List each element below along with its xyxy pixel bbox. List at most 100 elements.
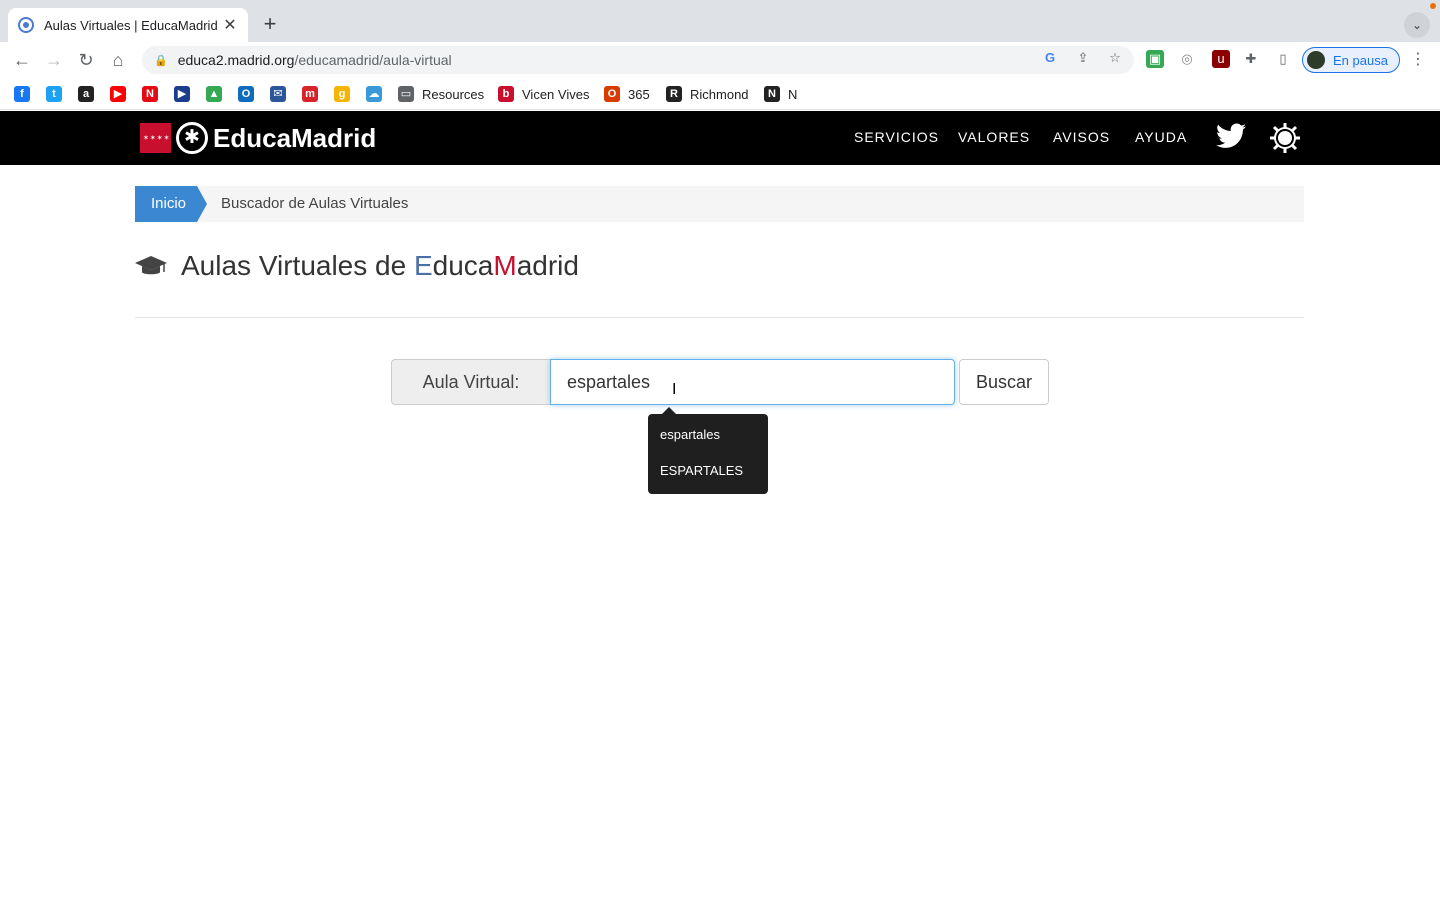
bookmark-youtube[interactable]: ▶ [110, 85, 134, 103]
title-letter-e: E [413, 250, 433, 281]
reload-icon[interactable]: ↻ [74, 48, 98, 72]
bookmark-drive[interactable]: ▲ [206, 85, 230, 103]
netflix-icon: N [142, 86, 158, 102]
update-indicator [1430, 3, 1436, 9]
office-icon: O [604, 86, 620, 102]
bookmark-facebook[interactable]: f [14, 85, 38, 103]
lock-icon: 🔒 [154, 54, 168, 67]
side-panel-icon[interactable]: ▯ [1274, 50, 1292, 68]
educamadrid-favicon-icon [18, 17, 34, 33]
bookmark-m[interactable]: m [302, 85, 326, 103]
folder-icon: ▭ [398, 86, 414, 102]
extension-green-icon[interactable]: ▣ [1146, 50, 1164, 68]
browser-tab[interactable]: Aulas Virtuales | EducaMadrid ✕ [8, 8, 248, 42]
bookmark-notion[interactable]: NN [764, 85, 797, 103]
home-icon[interactable]: ⌂ [106, 48, 130, 72]
site-header: ✶✶✶✶ EducaMadrid SERVICIOS VALORES AVISO… [0, 111, 1440, 165]
site-logo-text[interactable]: EducaMadrid [213, 123, 376, 154]
browser-menu-icon[interactable]: ⋮ [1410, 50, 1426, 70]
play-icon: ▶ [174, 86, 190, 102]
educamadrid-logo-icon[interactable] [176, 122, 208, 154]
bookmark-label: Richmond [690, 86, 749, 102]
text-cursor-icon: I [672, 381, 677, 398]
extension-glasses-icon[interactable]: ◎ [1178, 50, 1196, 68]
nav-avisos[interactable]: AVISOS [1053, 129, 1110, 145]
divider [135, 317, 1304, 318]
autocomplete-dropdown: espartales ESPARTALES [648, 407, 768, 494]
bookmark-twitter[interactable]: t [46, 85, 70, 103]
bookmark-play[interactable]: ▶ [174, 85, 198, 103]
url-path: /educamadrid/aula-virtual [294, 52, 452, 68]
bookmark-star-icon[interactable]: ☆ [1107, 50, 1123, 66]
url-host: educa2.madrid.org [177, 52, 295, 68]
avatar [1307, 51, 1325, 69]
bookmarks-bar: f t a ▶ N ▶ ▲ O ✉ m g ☁ ▭ Resources b Vicen Vives O 365 R R… [0, 78, 1440, 110]
nav-valores[interactable]: VALORES [958, 129, 1030, 145]
google-translate-icon[interactable]: G [1042, 50, 1058, 66]
outlook-icon: O [238, 86, 254, 102]
bookmark-richmond[interactable]: R Richmond [666, 85, 749, 103]
aula-virtual-label: Aula Virtual: [391, 359, 551, 405]
suggestion-item[interactable]: espartales [648, 420, 768, 456]
richmond-icon: R [666, 86, 682, 102]
mail-icon: ✉ [270, 86, 286, 102]
cloud-icon: ☁ [366, 86, 382, 102]
bookmark-vicens-vives[interactable]: b Vicen Vives [498, 85, 589, 103]
ublock-extension-icon[interactable]: u [1212, 50, 1230, 68]
suggestion-item[interactable]: ESPARTALES [648, 456, 768, 492]
title-duca: duca [432, 250, 494, 281]
bookmark-label: Resources [422, 86, 485, 102]
buscar-button[interactable]: Buscar [959, 359, 1049, 405]
extensions-puzzle-icon[interactable]: ✚ [1242, 50, 1260, 68]
url-text[interactable]: educa2.madrid.org/educamadrid/aula-virtu… [178, 52, 452, 68]
bookmark-label: N [788, 86, 798, 102]
breadcrumb-current: Buscador de Aulas Virtuales [221, 195, 409, 212]
bookmark-amazon[interactable]: a [78, 85, 102, 103]
browser-toolbar: ← → ↻ ⌂ 🔒 educa2.madrid.org/educamadrid/… [0, 42, 1440, 78]
breadcrumb: Inicio Buscador de Aulas Virtuales [135, 186, 1304, 222]
address-bar[interactable]: 🔒 educa2.madrid.org/educamadrid/aula-vir… [142, 46, 1134, 74]
bookmark-office[interactable]: O 365 [604, 85, 650, 103]
nav-servicios[interactable]: SERVICIOS [854, 129, 939, 145]
m-icon: m [302, 86, 318, 102]
notion-icon: N [764, 86, 780, 102]
vicens-vives-icon: b [498, 86, 514, 102]
title-adrid: adrid [516, 250, 579, 281]
profile-button[interactable]: En pausa [1302, 47, 1400, 73]
forward-arrow-icon[interactable]: → [42, 48, 66, 72]
browser-tab-strip: Aulas Virtuales | EducaMadrid ✕ + ⌄ [0, 0, 1440, 42]
youtube-icon: ▶ [110, 86, 126, 102]
back-arrow-icon[interactable]: ← [10, 48, 34, 72]
bookmark-cloud[interactable]: ☁ [366, 85, 390, 103]
bookmark-folder[interactable]: ▭ Resources [398, 85, 484, 103]
bookmark-label: 365 [628, 86, 650, 102]
bookmark-mail[interactable]: ✉ [270, 85, 294, 103]
g-icon: g [334, 86, 350, 102]
profile-status-label: En pausa [1333, 52, 1388, 68]
new-tab-button[interactable]: + [256, 12, 284, 38]
bookmark-g[interactable]: g [334, 85, 358, 103]
twitter-icon[interactable] [1216, 123, 1246, 151]
bookmark-netflix[interactable]: N [142, 85, 166, 103]
aula-virtual-search-input[interactable] [550, 359, 955, 405]
tab-search-button[interactable]: ⌄ [1404, 12, 1430, 38]
graduation-cap-icon [135, 256, 167, 275]
amazon-icon: a [78, 86, 94, 102]
page-header: Aulas Virtuales de EducaMadrid [135, 250, 579, 282]
share-icon[interactable]: ⇪ [1075, 50, 1091, 66]
tab-title: Aulas Virtuales | EducaMadrid [44, 17, 218, 33]
drive-icon: ▲ [206, 86, 222, 102]
nav-ayuda[interactable]: AYUDA [1135, 129, 1187, 145]
breadcrumb-home-link[interactable]: Inicio [135, 186, 207, 222]
title-letter-m: M [493, 250, 517, 281]
bookmark-outlook[interactable]: O [238, 85, 262, 103]
twitter-icon: t [46, 86, 62, 102]
covid-virus-icon[interactable] [1269, 122, 1301, 159]
comunidad-madrid-flag-icon[interactable]: ✶✶✶✶ [140, 123, 171, 153]
facebook-icon: f [14, 86, 30, 102]
flag-stars: ✶✶✶✶ [143, 135, 171, 142]
tab-close-icon[interactable]: ✕ [222, 15, 238, 35]
title-prefix: Aulas Virtuales de [181, 250, 414, 281]
bookmark-label: Vicen Vives [522, 86, 590, 102]
page-title: Aulas Virtuales de EducaMadrid [181, 250, 579, 282]
